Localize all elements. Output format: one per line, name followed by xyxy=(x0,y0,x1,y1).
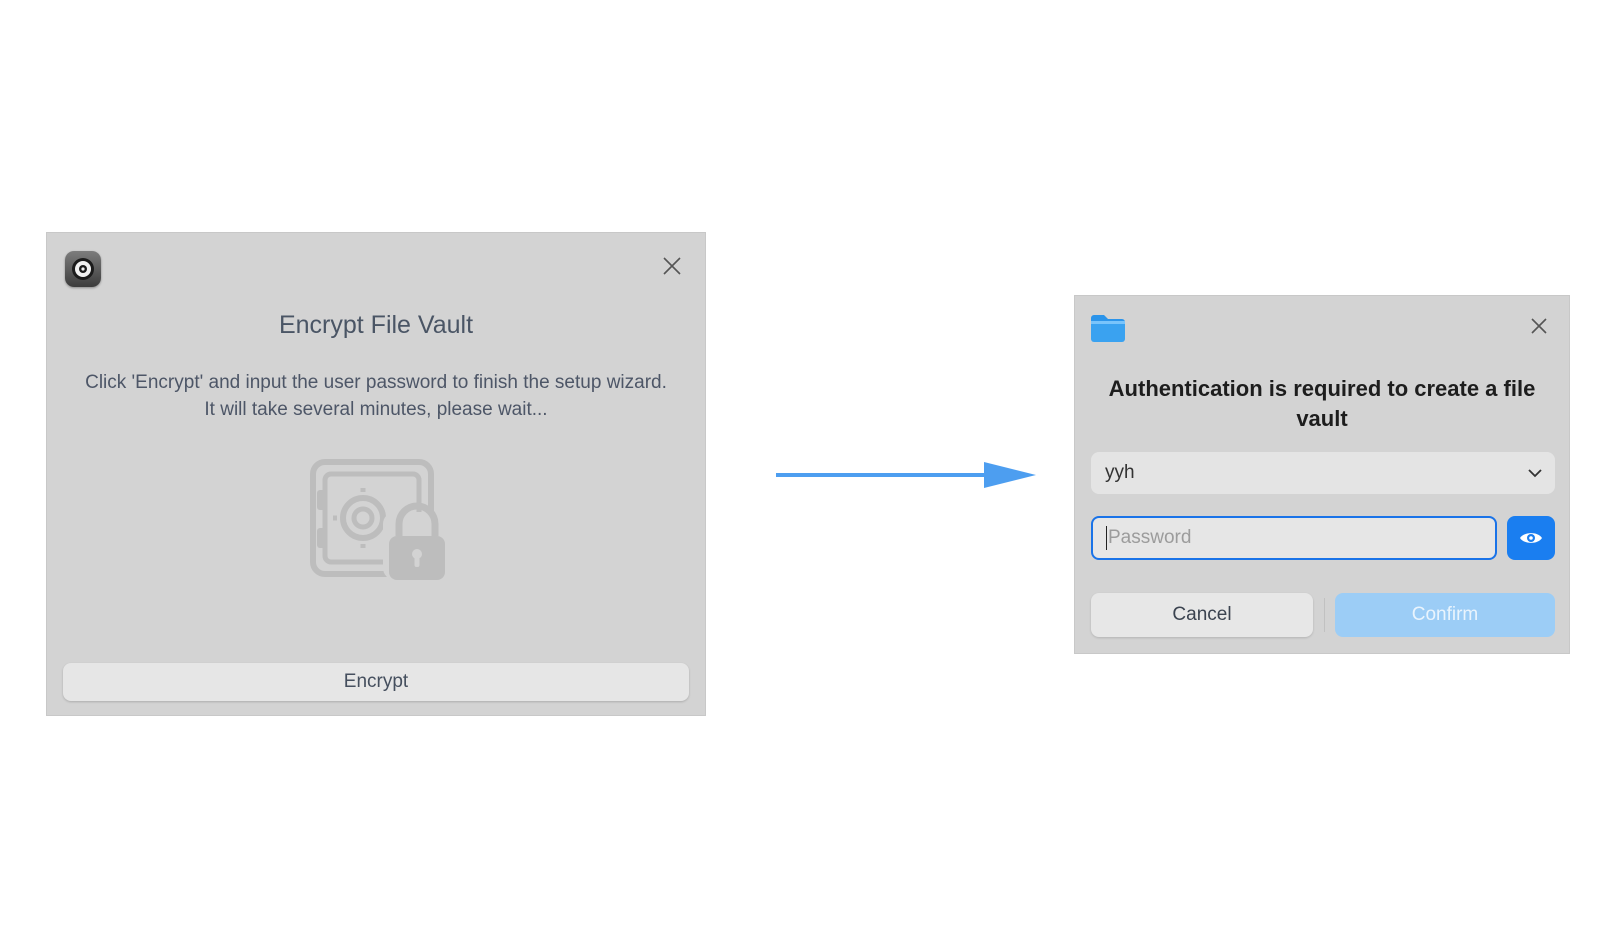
safe-illustration xyxy=(310,459,445,580)
close-icon xyxy=(1531,318,1547,334)
dialog-title: Authentication is required to create a f… xyxy=(1075,374,1569,434)
right-arrow-icon xyxy=(776,462,1036,488)
description-line: It will take several minutes, please wai… xyxy=(204,399,548,420)
description-line: Click 'Encrypt' and input the user passw… xyxy=(85,372,667,393)
encrypt-vault-dialog: Encrypt File Vault Click 'Encrypt' and i… xyxy=(46,232,706,716)
password-placeholder: Password xyxy=(1108,527,1192,548)
authentication-dialog: Authentication is required to create a f… xyxy=(1074,295,1570,654)
dialog-description: Click 'Encrypt' and input the user passw… xyxy=(47,369,705,423)
user-select[interactable]: yyh xyxy=(1091,452,1555,494)
safe-lock-icon xyxy=(65,251,101,287)
chevron-down-icon xyxy=(1528,469,1542,478)
button-divider xyxy=(1324,598,1325,632)
user-select-value: yyh xyxy=(1105,462,1135,483)
show-password-button[interactable] xyxy=(1507,516,1555,560)
close-button[interactable] xyxy=(657,251,687,281)
close-icon xyxy=(663,257,681,275)
close-button[interactable] xyxy=(1524,311,1554,341)
eye-icon xyxy=(1520,533,1542,543)
text-cursor xyxy=(1106,526,1107,550)
title-line: Authentication is required to create a f… xyxy=(1108,376,1536,401)
password-input[interactable]: Password xyxy=(1091,516,1497,560)
title-line: vault xyxy=(1296,406,1348,431)
encrypt-button[interactable]: Encrypt xyxy=(63,663,689,701)
cancel-button[interactable]: Cancel xyxy=(1091,593,1313,637)
folder-icon xyxy=(1091,315,1125,342)
confirm-button[interactable]: Confirm xyxy=(1335,593,1555,637)
dialog-title: Encrypt File Vault xyxy=(278,311,474,339)
